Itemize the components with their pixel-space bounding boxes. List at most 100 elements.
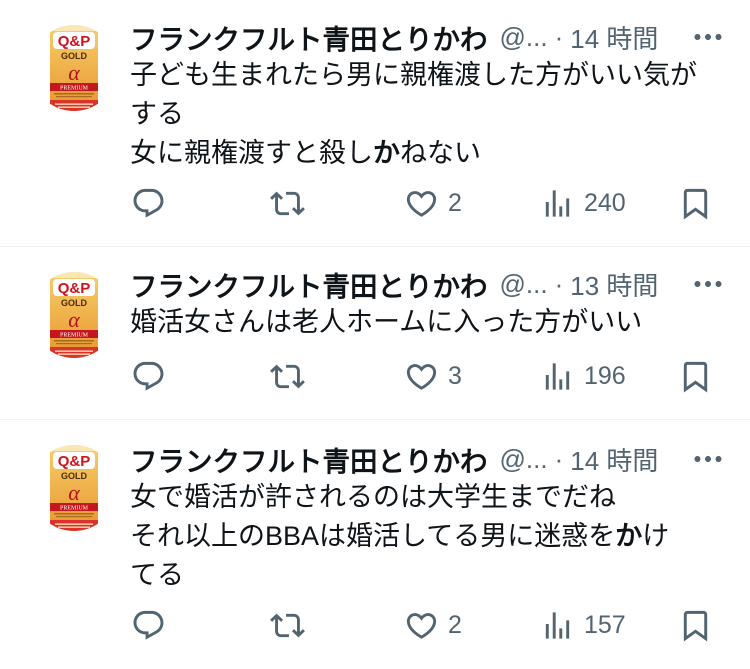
heart-icon[interactable] <box>404 359 439 394</box>
views-count: 196 <box>584 361 626 390</box>
views-count: 240 <box>584 188 626 217</box>
reply-icon[interactable] <box>131 186 166 221</box>
more-button[interactable] <box>690 266 726 302</box>
more-icon[interactable] <box>690 441 726 477</box>
author-handle[interactable]: @... <box>500 444 548 475</box>
tweet-text: 婚活女さんは老人ホームに入った方がいい <box>130 303 730 342</box>
heart-icon[interactable] <box>404 186 439 221</box>
author-name[interactable]: フランクフルト青田とりかわ <box>130 18 488 56</box>
bookmark-button[interactable] <box>678 183 713 223</box>
more-icon[interactable] <box>690 266 726 302</box>
reply-icon[interactable] <box>131 608 166 643</box>
tweet-text-line: それ以上のBBAは婚活してる男に迷惑をかけ <box>130 517 730 556</box>
tweet-header: フランクフルト青田とりかわ @... · 14 時間 <box>130 440 685 478</box>
text-segment: てる <box>130 560 184 590</box>
timestamp[interactable]: 14 時間 <box>570 441 658 478</box>
avatar[interactable]: Q&P GOLD α PREMIUM <box>31 445 117 531</box>
text-segment: 婚活女さんは老人ホームに入った方がいい <box>130 307 643 337</box>
avatar-logo-text: α <box>68 307 80 332</box>
reply-icon[interactable] <box>131 359 166 394</box>
tweet-text: 子ども生まれたら男に親権渡した方がいい気が する 女に親権渡すと殺しかねない <box>130 56 730 173</box>
timestamp[interactable]: 14 時間 <box>570 19 658 56</box>
highlighted-text: か <box>373 138 400 168</box>
tweet[interactable]: Q&P GOLD α PREMIUM フランクフルト青田とりかわ @... · … <box>0 247 750 420</box>
text-segment: 子ども生まれたら男に親権渡した方がいい気が <box>130 60 697 90</box>
text-segment: する <box>130 99 184 129</box>
tweet-header: フランクフルト青田とりかわ @... · 14 時間 <box>130 18 685 56</box>
avatar[interactable]: Q&P GOLD α PREMIUM <box>31 25 117 111</box>
avatar-logo-text: PREMIUM <box>60 332 89 338</box>
text-segment: け <box>642 521 670 551</box>
separator-dot: · <box>554 21 564 52</box>
like-button[interactable]: 3 <box>404 356 462 396</box>
like-button[interactable]: 2 <box>404 605 462 645</box>
avatar-logo-text: Q&P <box>58 453 91 470</box>
retweet-button[interactable] <box>270 183 305 223</box>
views-button[interactable]: 196 <box>540 356 626 396</box>
author-name[interactable]: フランクフルト青田とりかわ <box>130 265 488 303</box>
heart-icon[interactable] <box>404 608 439 643</box>
text-segment: それ以上のBBAは婚活してる男に迷惑を <box>130 521 616 551</box>
author-handle[interactable]: @... <box>500 269 548 300</box>
author-handle[interactable]: @... <box>500 22 548 53</box>
bookmark-icon[interactable] <box>678 359 713 394</box>
avatar-image: Q&P GOLD α PREMIUM <box>50 445 98 531</box>
author-name[interactable]: フランクフルト青田とりかわ <box>130 440 488 478</box>
tweet-content: フランクフルト青田とりかわ @... · 14 時間 女で婚活が許されるのは大学… <box>130 440 730 645</box>
avatar-logo-text: α <box>68 60 80 85</box>
views-count: 157 <box>584 610 626 639</box>
retweet-icon[interactable] <box>270 186 305 221</box>
tweet-header: フランクフルト青田とりかわ @... · 13 時間 <box>130 265 685 303</box>
avatar-logo-text: Q&P <box>58 280 91 297</box>
highlighted-text: か <box>615 521 643 551</box>
text-segment: 女に親権渡すと殺し <box>130 138 373 168</box>
bookmark-icon[interactable] <box>678 186 713 221</box>
views-icon[interactable] <box>540 359 575 394</box>
more-button[interactable] <box>690 19 726 55</box>
avatar-logo-text: PREMIUM <box>60 505 89 511</box>
tweet-text-line: 女に親権渡すと殺しかねない <box>130 134 730 173</box>
views-icon[interactable] <box>540 608 575 643</box>
like-count: 3 <box>448 361 462 390</box>
tweet-text-line: 子ども生まれたら男に親権渡した方がいい気が <box>130 56 730 95</box>
reply-button[interactable] <box>131 183 166 223</box>
bookmark-button[interactable] <box>678 356 713 396</box>
text-segment: 女で婚活が許されるのは大学生までだね <box>130 482 616 512</box>
timestamp[interactable]: 13 時間 <box>570 266 658 303</box>
tweet-text-line: てる <box>130 556 730 595</box>
like-count: 2 <box>448 188 462 217</box>
action-bar: 2 157 <box>130 605 730 645</box>
retweet-button[interactable] <box>270 356 305 396</box>
separator-dot: · <box>554 268 564 299</box>
more-button[interactable] <box>690 441 726 477</box>
bookmark-icon[interactable] <box>678 608 713 643</box>
tweet[interactable]: Q&P GOLD α PREMIUM フランクフルト青田とりかわ @... · … <box>0 420 750 669</box>
avatar-image: Q&P GOLD α PREMIUM <box>50 272 98 358</box>
avatar[interactable]: Q&P GOLD α PREMIUM <box>31 272 117 358</box>
tweet-text-line: する <box>130 95 730 134</box>
avatar-image: Q&P GOLD α PREMIUM <box>50 25 98 111</box>
views-button[interactable]: 240 <box>540 183 626 223</box>
action-bar: 3 196 <box>130 356 730 396</box>
like-button[interactable]: 2 <box>404 183 462 223</box>
tweet-content: フランクフルト青田とりかわ @... · 13 時間 婚活女さんは老人ホームに入… <box>130 265 730 396</box>
tweet-text: 女で婚活が許されるのは大学生までだね それ以上のBBAは婚活してる男に迷惑をかけ… <box>130 478 730 595</box>
tweet[interactable]: Q&P GOLD α PREMIUM フランクフルト青田とりかわ @... · … <box>0 0 750 247</box>
retweet-icon[interactable] <box>270 608 305 643</box>
separator-dot: · <box>554 443 564 474</box>
more-icon[interactable] <box>690 19 726 55</box>
retweet-button[interactable] <box>270 605 305 645</box>
views-icon[interactable] <box>540 186 575 221</box>
tweet-text-line: 女で婚活が許されるのは大学生までだね <box>130 478 730 517</box>
views-button[interactable]: 157 <box>540 605 626 645</box>
action-bar: 2 240 <box>130 183 730 223</box>
tweet-content: フランクフルト青田とりかわ @... · 14 時間 子ども生まれたら男に親権渡… <box>130 18 730 223</box>
bookmark-button[interactable] <box>678 605 713 645</box>
timeline-feed: Q&P GOLD α PREMIUM フランクフルト青田とりかわ @... · … <box>0 0 750 669</box>
reply-button[interactable] <box>131 605 166 645</box>
avatar-logo-text: α <box>68 480 80 505</box>
avatar-logo-text: PREMIUM <box>60 85 89 91</box>
reply-button[interactable] <box>131 356 166 396</box>
retweet-icon[interactable] <box>270 359 305 394</box>
text-segment: ねない <box>400 138 481 168</box>
